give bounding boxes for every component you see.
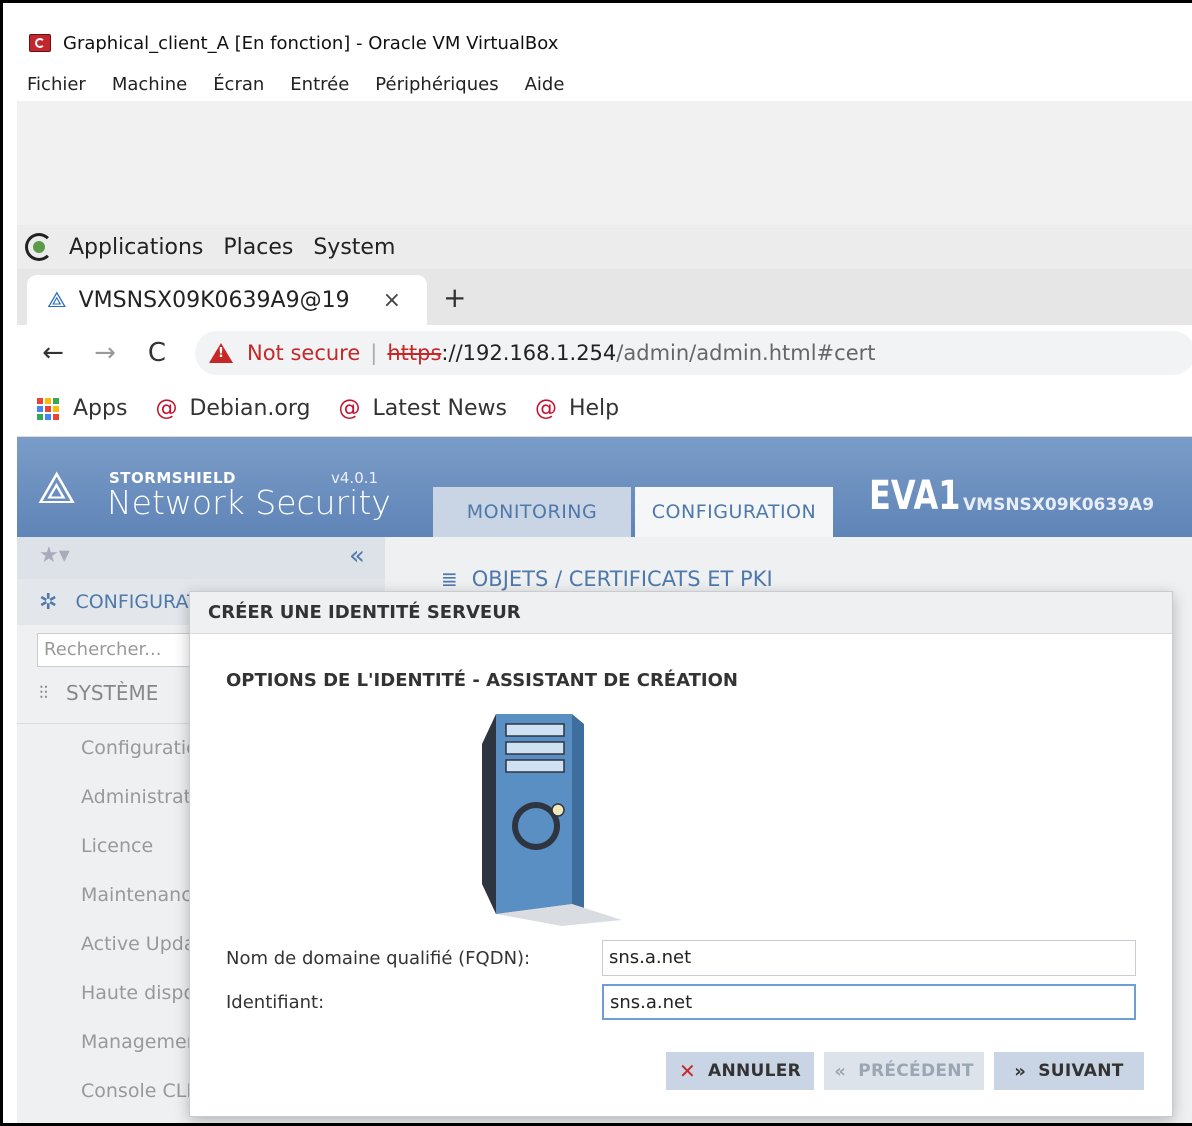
server-illustration-icon (482, 714, 622, 926)
close-icon: ✕ (678, 1059, 696, 1083)
url-protocol: https (387, 341, 442, 365)
debian-icon: @ (155, 396, 178, 421)
previous-button[interactable]: « PRÉCÉDENT (824, 1052, 984, 1090)
tab-monitoring[interactable]: MONITORING (433, 487, 631, 537)
gnome-menu-applications[interactable]: Applications (69, 235, 203, 260)
previous-button-label: PRÉCÉDENT (858, 1061, 974, 1081)
debian-icon: @ (338, 396, 361, 421)
chevrons-right-icon: » (1014, 1060, 1027, 1082)
next-button[interactable]: » SUIVANT (994, 1052, 1144, 1090)
bookmark-help[interactable]: @ Help (535, 396, 619, 421)
bookmark-label: Debian.org (189, 396, 311, 421)
address-bar[interactable]: Not secure | https ://192.168.1.254 /adm… (195, 331, 1192, 375)
sidebar-system-group[interactable]: ⫶⫶ SYSTÈME (39, 681, 158, 705)
sliders-icon: ⫶⫶ (39, 682, 48, 704)
fqdn-label: Nom de domaine qualifié (FQDN): (226, 948, 531, 969)
new-tab-button[interactable]: + (443, 281, 466, 314)
browser-toolbar: ← → C Not secure | https ://192.168.1.25… (17, 325, 1192, 381)
sidebar-item-licence[interactable]: Licence (81, 835, 153, 857)
not-secure-label[interactable]: Not secure (247, 341, 360, 365)
vbox-window-title: Graphical_client_A [En fonction] - Oracl… (63, 32, 559, 54)
vbox-menu-peripheriques[interactable]: Périphériques (375, 74, 498, 95)
vbox-menu-entree[interactable]: Entrée (290, 74, 349, 95)
back-arrow-icon[interactable]: ← (37, 338, 69, 368)
identifier-input[interactable]: sns.a.net (602, 984, 1136, 1020)
sidebar-item-maintenance[interactable]: Maintenance (81, 884, 203, 906)
database-icon: ≣ (441, 567, 458, 591)
brand-product: Network Security (107, 483, 391, 522)
bookmark-label: Latest News (372, 396, 507, 421)
sidebar-item-management[interactable]: Management (81, 1031, 206, 1053)
virtualbox-logo-icon (27, 32, 53, 54)
create-server-identity-dialog: CRÉER UNE IDENTITÉ SERVEUR OPTIONS DE L'… (189, 591, 1173, 1117)
bookmark-label: Apps (73, 396, 128, 421)
firewall-name: EVA1 (869, 473, 961, 519)
window-frame: Graphical_client_A [En fonction] - Oracl… (0, 0, 1192, 1126)
sidebar-system-label: SYSTÈME (66, 681, 159, 705)
sidebar-section-label: CONFIGURAT (75, 591, 199, 613)
favorites-star-icon[interactable]: ★▾ (39, 543, 70, 568)
vbox-menu-aide[interactable]: Aide (525, 74, 565, 95)
gnome-menu-system[interactable]: System (313, 235, 395, 260)
tab-title: VMSNSX09K0639A9@19 (78, 287, 350, 313)
app-header: ⟁ STORMSHIELD v4.0.1 Network Security MO… (17, 437, 1192, 537)
browser-tab-strip: ⟁ VMSNSX09K0639A9@19 × + (17, 269, 1192, 325)
vbox-menu-fichier[interactable]: Fichier (27, 74, 86, 95)
chevrons-left-icon: « (834, 1060, 847, 1082)
forward-arrow-icon[interactable]: → (89, 338, 121, 368)
close-tab-icon[interactable]: × (383, 288, 401, 313)
sidebar-item-console-cli[interactable]: Console CLI (81, 1080, 192, 1102)
breadcrumb: ≣ OBJETS / CERTIFICATS ET PKI (441, 567, 773, 591)
cancel-button-label: ANNULER (708, 1061, 802, 1081)
vbox-menubar: Fichier Machine Écran Entrée Périphériqu… (17, 67, 580, 101)
url-path: /admin/admin.html#cert (616, 341, 876, 365)
stormshield-favicon-icon: ⟁ (47, 287, 67, 313)
vbox-menu-machine[interactable]: Machine (112, 74, 187, 95)
bookmarks-bar: Apps @ Debian.org @ Latest News @ Help (17, 381, 1192, 437)
identifier-label: Identifiant: (226, 992, 325, 1013)
gnome-top-panel: Applications Places System (17, 225, 1192, 269)
dialog-subtitle: OPTIONS DE L'IDENTITÉ - ASSISTANT DE CRÉ… (226, 670, 738, 691)
collapse-sidebar-icon[interactable]: « (349, 541, 365, 571)
tab-configuration[interactable]: CONFIGURATION (635, 487, 833, 537)
fqdn-input[interactable]: sns.a.net (602, 940, 1136, 976)
debian-icon: @ (534, 396, 557, 421)
warning-triangle-icon[interactable] (209, 343, 233, 363)
bookmark-apps[interactable]: Apps (37, 396, 127, 421)
reload-icon[interactable]: C (141, 338, 173, 368)
firewall-serial: VMSNSX09K0639A9 (963, 495, 1155, 515)
bookmark-debian[interactable]: @ Debian.org (155, 396, 310, 421)
vbox-title-bar: Graphical_client_A [En fonction] - Oracl… (17, 25, 558, 61)
debian-swirl-icon (23, 231, 59, 263)
next-button-label: SUIVANT (1038, 1061, 1124, 1081)
apps-grid-icon (37, 397, 59, 420)
browser-tab[interactable]: ⟁ VMSNSX09K0639A9@19 × (27, 275, 427, 325)
bookmark-label: Help (568, 396, 620, 421)
address-separator: | (370, 341, 378, 365)
cancel-button[interactable]: ✕ ANNULER (666, 1052, 814, 1090)
stormshield-logo-icon: ⟁ (37, 463, 77, 514)
url-host: ://192.168.1.254 (441, 341, 617, 365)
bookmark-latest-news[interactable]: @ Latest News (339, 396, 507, 421)
breadcrumb-label: OBJETS / CERTIFICATS ET PKI (471, 567, 773, 591)
sidebar-toolbar: ★▾ « (17, 537, 385, 579)
gnome-menu-places[interactable]: Places (223, 235, 293, 260)
vbox-menu-ecran[interactable]: Écran (213, 74, 264, 95)
gear-icon: ✲ (39, 589, 58, 615)
dialog-title: CRÉER UNE IDENTITÉ SERVEUR (190, 592, 1172, 634)
